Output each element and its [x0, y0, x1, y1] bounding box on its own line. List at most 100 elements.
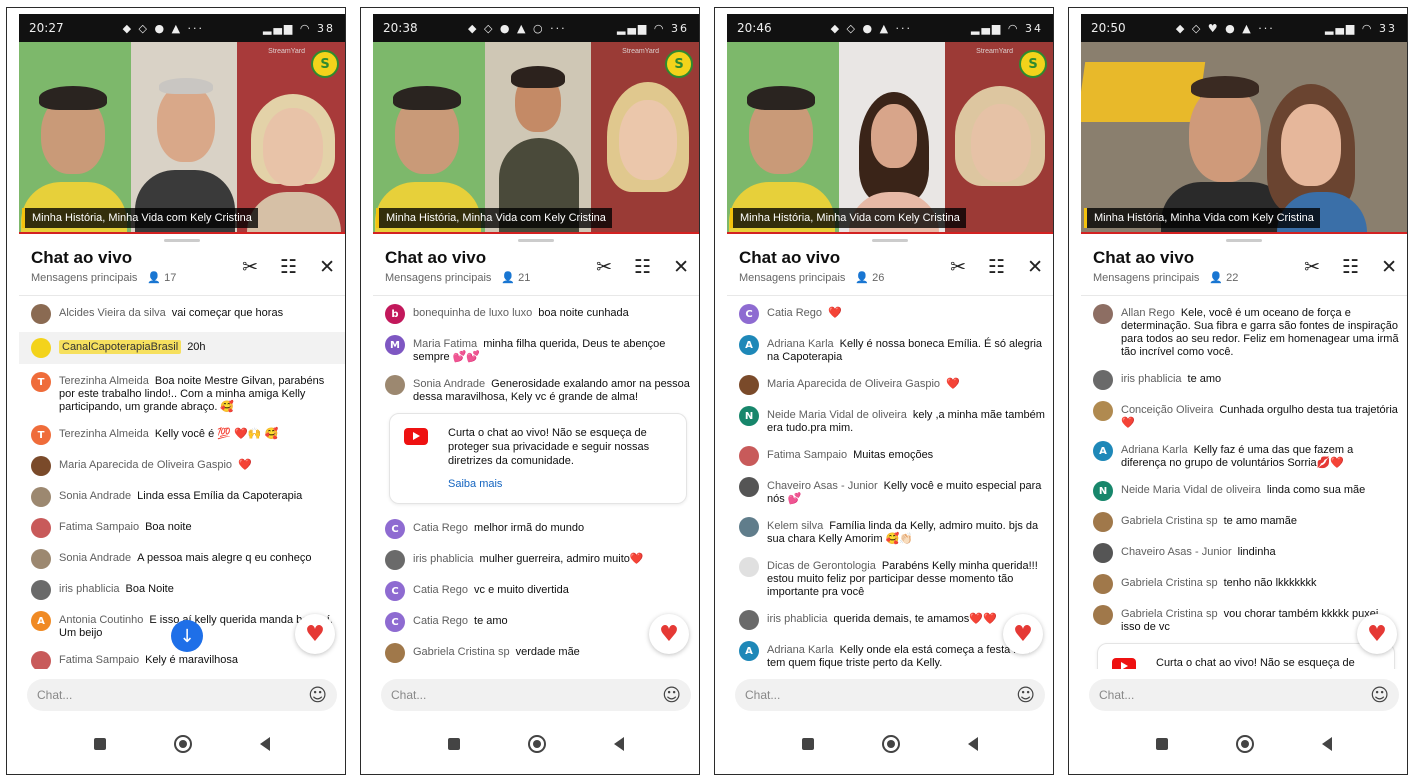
chat-message[interactable]: iris phablicia querida demais, te amamos❤…	[739, 607, 1045, 633]
avatar[interactable]	[1093, 512, 1113, 532]
chat-input[interactable]: Chat... ☺	[1089, 679, 1399, 711]
live-video[interactable]: Minha História, Minha Vida com Kely Cris…	[1081, 42, 1407, 234]
avatar[interactable]	[739, 610, 759, 630]
close-icon[interactable]: ✕	[1027, 256, 1043, 278]
chat-message[interactable]: C Catia Rego vc e muito divertida	[385, 578, 691, 604]
avatar[interactable]: C	[385, 612, 405, 632]
learn-more-link[interactable]: Saiba mais	[448, 477, 674, 491]
scissors-icon[interactable]: ✂	[242, 256, 258, 278]
message-author[interactable]: Catia Rego	[413, 584, 468, 596]
message-author[interactable]: Chaveiro Asas - Junior	[767, 480, 878, 492]
chat-message[interactable]: Dicas de Gerontologia Parabéns Kelly minh…	[739, 554, 1045, 602]
avatar[interactable]: M	[385, 335, 405, 355]
chat-message[interactable]: C Catia Rego te amo	[385, 609, 691, 635]
live-video[interactable]: StreamYard S Minha História, Minha Vida …	[373, 42, 699, 234]
chat-messages[interactable]: Alcides Vieira da silva vai começar que h…	[19, 296, 345, 669]
avatar[interactable]	[739, 375, 759, 395]
message-author[interactable]: Terezinha Almeida	[59, 375, 149, 387]
avatar[interactable]: C	[385, 519, 405, 539]
message-author[interactable]: Kelem silva	[767, 520, 823, 532]
chat-message[interactable]: iris phablicia te amo	[1093, 367, 1399, 393]
scissors-icon[interactable]: ✂	[950, 256, 966, 278]
message-author[interactable]: Neide Maria Vidal de oliveira	[1121, 484, 1261, 496]
recents-button[interactable]	[802, 738, 814, 750]
chat-messages[interactable]: b bonequinha de luxo luxo boa noite cunhad…	[373, 296, 699, 669]
chat-message[interactable]: Chaveiro Asas - Junior lindinha	[1093, 540, 1399, 566]
chat-message[interactable]: Conceição Oliveira Cunhada orgulho desta …	[1093, 398, 1399, 433]
message-author[interactable]: Maria Aparecida de Oliveira Gaspio	[767, 378, 940, 390]
close-icon[interactable]: ✕	[673, 256, 689, 278]
message-author[interactable]: Sonia Andrade	[59, 552, 131, 564]
chat-message[interactable]: A Adriana Karla Kelly faz é uma das que fa…	[1093, 438, 1399, 473]
close-icon[interactable]: ✕	[1381, 256, 1397, 278]
avatar[interactable]: b	[385, 304, 405, 324]
recents-button[interactable]	[448, 738, 460, 750]
filter-icon[interactable]: ☷	[988, 256, 1005, 278]
chat-message[interactable]: Gabriela Cristina sp te amo mamãe	[1093, 509, 1399, 535]
scissors-icon[interactable]: ✂	[596, 256, 612, 278]
back-button[interactable]	[614, 737, 624, 751]
avatar[interactable]: A	[31, 611, 51, 631]
avatar[interactable]	[739, 557, 759, 577]
chat-message[interactable]: N Neide Maria Vidal de oliveira kely ,a mi…	[739, 403, 1045, 438]
avatar[interactable]: N	[1093, 481, 1113, 501]
heart-icon[interactable]: ♥	[1003, 614, 1043, 654]
recents-button[interactable]	[1156, 738, 1168, 750]
chat-input[interactable]: Chat... ☺	[735, 679, 1045, 711]
message-author[interactable]: Conceição Oliveira	[1121, 404, 1213, 416]
chat-message[interactable]: iris phablicia Boa Noite	[31, 577, 337, 603]
avatar[interactable]: A	[739, 641, 759, 661]
back-button[interactable]	[260, 737, 270, 751]
smiley-icon[interactable]: ☺	[1016, 685, 1035, 706]
message-author[interactable]: Gabriela Cristina sp	[1121, 515, 1218, 527]
avatar[interactable]	[31, 580, 51, 600]
chat-message[interactable]: Gabriela Cristina sp verdade mãe	[385, 640, 691, 666]
chat-message[interactable]: Maria Aparecida de Oliveira Gaspio ❤️	[31, 453, 337, 479]
live-video[interactable]: StreamYard S Minha História, Minha Vida …	[727, 42, 1053, 234]
chat-message[interactable]: Gabriela Cristina sp tenho não lkkkkkkk	[1093, 571, 1399, 597]
home-button[interactable]	[528, 735, 546, 753]
home-button[interactable]	[174, 735, 192, 753]
scissors-icon[interactable]: ✂	[1304, 256, 1320, 278]
chat-message[interactable]: iris phablicia mulher guerreira, admiro m…	[385, 547, 691, 573]
message-author[interactable]: Gabriela Cristina sp	[1121, 577, 1218, 589]
close-icon[interactable]: ✕	[319, 256, 335, 278]
heart-icon[interactable]: ♥	[1357, 614, 1397, 654]
message-author[interactable]: Allan Rego	[1121, 307, 1175, 319]
chat-input[interactable]: Chat... ☺	[381, 679, 691, 711]
live-video[interactable]: StreamYard S Minha História, Minha Vida …	[19, 42, 345, 234]
message-author[interactable]: CanalCapoterapiaBrasil	[59, 340, 182, 354]
chat-message[interactable]: Kelem silva Família linda da Kelly, admir…	[739, 514, 1045, 549]
message-author[interactable]: Adriana Karla	[767, 338, 834, 350]
avatar[interactable]: A	[739, 335, 759, 355]
message-author[interactable]: Sonia Andrade	[59, 490, 131, 502]
avatar[interactable]	[1093, 370, 1113, 390]
chat-input[interactable]: Chat... ☺	[27, 679, 337, 711]
avatar[interactable]	[31, 456, 51, 476]
avatar[interactable]	[1093, 401, 1113, 421]
smiley-icon[interactable]: ☺	[1370, 685, 1389, 706]
avatar[interactable]	[31, 304, 51, 324]
chat-message[interactable]: A Adriana Karla Kelly é nossa boneca Emíli…	[739, 332, 1045, 367]
chat-message[interactable]: A Adriana Karla Kelly onde ela está começa…	[739, 638, 1045, 669]
chat-message-owner[interactable]: CanalCapoterapiaBrasil 20h	[19, 332, 345, 364]
message-author[interactable]: Gabriela Cristina sp	[413, 646, 510, 658]
message-author[interactable]: iris phablicia	[413, 553, 474, 565]
message-author[interactable]: Catia Rego	[413, 615, 468, 627]
recents-button[interactable]	[94, 738, 106, 750]
message-author[interactable]: Catia Rego	[413, 522, 468, 534]
avatar[interactable]	[1093, 304, 1113, 324]
chat-message[interactable]: M Maria Fatima minha filha querida, Deus t…	[385, 332, 691, 367]
avatar[interactable]: A	[1093, 441, 1113, 461]
home-button[interactable]	[882, 735, 900, 753]
chat-message[interactable]: N Neide Maria Vidal de oliveira linda como…	[1093, 478, 1399, 504]
heart-icon[interactable]: ♥	[649, 614, 689, 654]
chat-message[interactable]: Sonia Andrade A pessoa mais alegre q eu c…	[31, 546, 337, 572]
message-author[interactable]: Sonia Andrade	[413, 378, 485, 390]
message-author[interactable]: Antonia Coutinho	[59, 614, 143, 626]
chat-message[interactable]: b bonequinha de luxo luxo boa noite cunhad…	[385, 301, 691, 327]
chat-messages[interactable]: Allan Rego Kele, você é um oceano de forç…	[1081, 296, 1407, 669]
avatar[interactable]	[1093, 605, 1113, 625]
chat-message[interactable]: Allan Rego Kele, você é um oceano de forç…	[1093, 301, 1399, 362]
smiley-icon[interactable]: ☺	[662, 685, 681, 706]
